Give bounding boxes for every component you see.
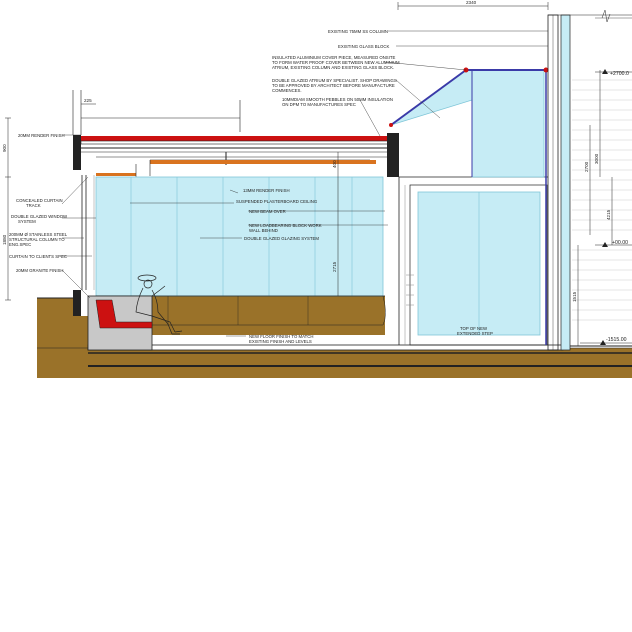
blank-lower-area: [0, 378, 632, 632]
level-arrow-ground-icon: [602, 242, 608, 247]
note-existing-column: EXISTING 75MM SS COLUMN: [328, 29, 388, 34]
dim-225: 225: [84, 98, 92, 103]
note-glazing: DOUBLE GLAZED GLAZING SYSTEM: [244, 236, 319, 241]
dim-1515: 1515: [572, 291, 577, 302]
note-granite: 20MM GRANITE FINISH: [16, 268, 64, 273]
window-seat: [87, 295, 153, 351]
note-steel-3: ENG.SPEC: [9, 242, 31, 247]
notes-top: EXISTING 75MM SS COLUMN EXISTING GLASS B…: [272, 29, 400, 107]
level-ground: +00.00: [612, 240, 628, 246]
dim-2340: 2340: [466, 0, 477, 5]
level-arrow-upper-icon: [602, 69, 608, 74]
glazing-system: [95, 176, 385, 297]
dim-900: 900: [2, 144, 7, 152]
level-lower: -1515.00: [606, 337, 627, 343]
left-wall: [72, 90, 95, 316]
note-window-2: SYSTEM: [18, 219, 36, 224]
level-markers: +2700.0 +00.00 -1515.00: [600, 69, 629, 345]
note-pebbles-2: ON DPM TO MANUFACTURES SPEC: [282, 102, 356, 107]
note-step-2: EXTENDED STEP: [457, 331, 493, 336]
dim-3000: 3000: [594, 153, 599, 164]
right-hatch: [572, 79, 632, 321]
note-render-13: 13MM RENDER FINISH: [243, 188, 290, 193]
note-atrium-3: COMMENCES.: [272, 88, 302, 93]
note-floor-2: EXISTING FINISH AND LEVELS: [249, 339, 312, 344]
notes-left: 20MM RENDER FINISH CONCEALED CURTAIN TRA…: [9, 133, 68, 273]
note-existing-glassblock: EXISTING GLASS BLOCK: [338, 44, 389, 49]
dim-400: 400: [332, 160, 337, 168]
section-svg: EXISTING 75MM SS COLUMN EXISTING GLASS B…: [2, 0, 632, 378]
note-alum-3: ATRIUM, EXISTING COLUMN AND EXISTING GLA…: [272, 65, 394, 70]
note-curtain-spec: CURTAIN TO CLIENTS SPEC: [9, 254, 67, 259]
note-curtain-2: TRACK: [26, 203, 41, 208]
dim-2715: 2715: [332, 261, 337, 272]
note-block-2: WALL BEHIND: [249, 228, 278, 233]
extension-frame: [398, 176, 548, 346]
note-ceiling: SUSPENDED PLASTERBOARD CEILING: [236, 199, 318, 204]
architectural-section-drawing: EXISTING 75MM SS COLUMN EXISTING GLASS B…: [0, 0, 632, 378]
note-beam: NEW BEAM OVER: [249, 209, 286, 214]
dim-4215: 4215: [606, 209, 611, 220]
note-render-20: 20MM RENDER FINISH: [18, 133, 65, 138]
roof-structure: [80, 100, 399, 178]
level-upper: +2700.0: [610, 71, 629, 77]
dim-1880: 1880: [2, 234, 7, 245]
dim-2700: 2700: [584, 161, 589, 172]
